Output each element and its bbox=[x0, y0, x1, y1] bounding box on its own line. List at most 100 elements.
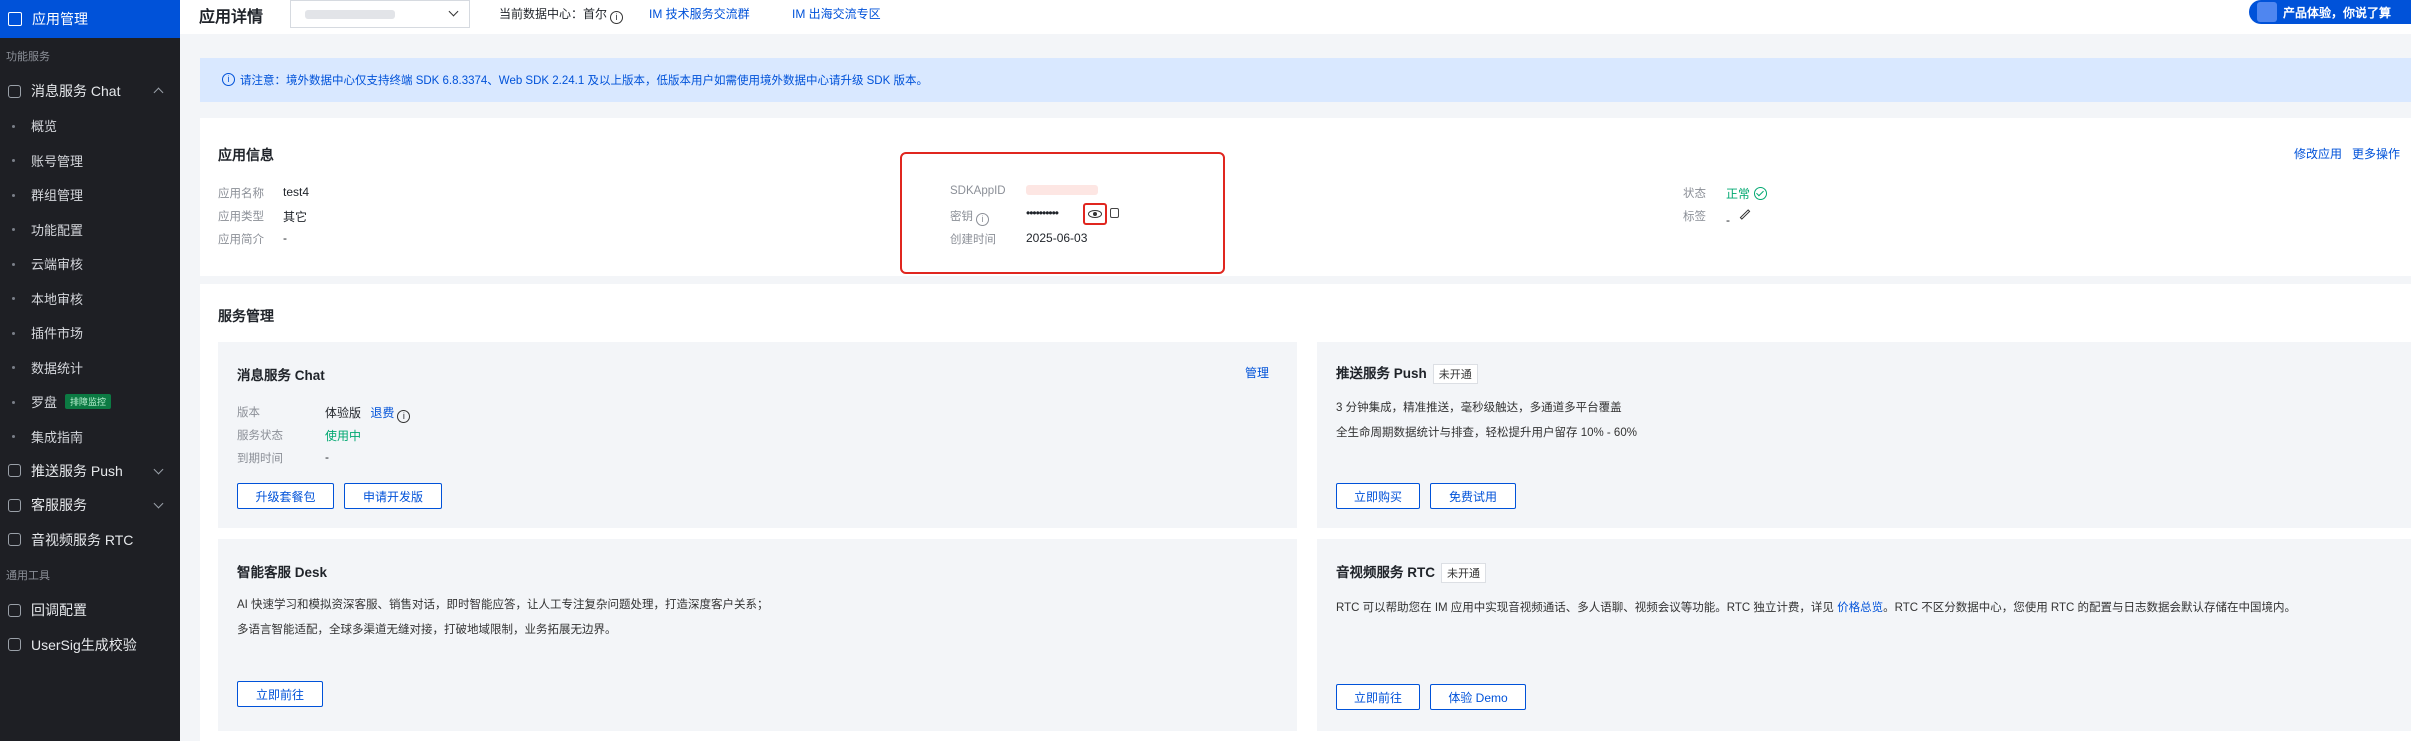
sidebar-item-integration-guide[interactable]: 集成指南 bbox=[0, 419, 180, 454]
headset-icon bbox=[8, 498, 21, 512]
check-circle-icon bbox=[1754, 187, 1768, 200]
app-info-card: 应用信息 修改应用 更多操作 应用名称 test4 应用类型 其它 应用简介 -… bbox=[200, 118, 2411, 276]
chat-expire-value: - bbox=[325, 450, 329, 464]
rtc-desc-b: 。RTC 不区分数据中心，您使用 RTC 的配置与日志数据会默认存储在中国境内。 bbox=[1883, 602, 2297, 614]
price-overview-link[interactable]: 价格总览 bbox=[1837, 602, 1883, 614]
document-icon bbox=[2257, 2, 2277, 22]
sidebar-group-features: 功能服务 bbox=[6, 51, 50, 63]
services-title: 服务管理 bbox=[218, 308, 274, 324]
compass-badge: 排障监控 bbox=[65, 394, 112, 410]
refund-link[interactable]: 退费 bbox=[370, 406, 394, 420]
chevron-down-icon bbox=[153, 464, 164, 474]
app-name-value: test4 bbox=[283, 185, 310, 199]
app-icon bbox=[8, 12, 22, 26]
app-type-value: 其它 bbox=[283, 210, 308, 224]
sidebar-item-chat[interactable]: 消息服务 Chat bbox=[0, 74, 180, 109]
push-panel-title: 推送服务 Push 未开通 bbox=[1336, 362, 1478, 384]
show-secret-button[interactable] bbox=[1083, 203, 1107, 225]
sidebar-item-compass[interactable]: 罗盘 排障监控 bbox=[0, 385, 180, 420]
sidebar-item-app-management[interactable]: 应用管理 bbox=[0, 0, 180, 38]
info-icon[interactable]: i bbox=[397, 410, 411, 423]
video-icon bbox=[8, 533, 21, 547]
sidebar-item-statistics[interactable]: 数据统计 bbox=[0, 350, 180, 385]
push-desc-2: 全生命周期数据统计与排查，轻松提升用户留存 10% - 60% bbox=[1336, 427, 1637, 439]
sidebar-item-label: 应用管理 bbox=[32, 11, 88, 27]
push-title-text: 推送服务 Push bbox=[1336, 366, 1427, 381]
notice-text: 请注意：境外数据中心仅支持终端 SDK 6.8.3374、Web SDK 2.2… bbox=[240, 75, 928, 87]
push-desc-1: 3 分钟集成，精准推送，毫秒级触达，多通道多平台覆盖 bbox=[1336, 402, 1622, 414]
sidebar-item-rtc[interactable]: 音视频服务 RTC bbox=[0, 523, 180, 558]
services-card: 服务管理 消息服务 Chat 管理 版本 体验版 退费 i 服务状态 使用中 到期… bbox=[200, 284, 2411, 741]
tag-value: - bbox=[1726, 213, 1730, 227]
desk-desc-1: AI 快速学习和模拟资深客服、销售对话，即时智能应答，让人工专注复杂问题处理，打… bbox=[237, 599, 769, 611]
rtc-service-panel: 音视频服务 RTC 未开通 RTC 可以帮助您在 IM 应用中实现音视频通话、多人… bbox=[1317, 539, 2411, 731]
sidebar-item-label: 罗盘 bbox=[31, 395, 58, 411]
gear-icon bbox=[8, 603, 21, 617]
sidebar-item-plugin-market[interactable]: 插件市场 bbox=[0, 316, 180, 351]
notice-banner: i 请注意：境外数据中心仅支持终端 SDK 6.8.3374、Web SDK 2… bbox=[200, 58, 2411, 102]
push-icon bbox=[8, 464, 21, 478]
sidebar-item-label: 消息服务 Chat bbox=[31, 83, 121, 100]
sidebar-item-cloud-audit[interactable]: 云端审核 bbox=[0, 247, 180, 282]
chevron-up-icon bbox=[153, 87, 164, 98]
chat-panel-title: 消息服务 Chat bbox=[237, 368, 325, 383]
data-center: 当前数据中心：首尔 i bbox=[499, 5, 624, 24]
sidebar-item-label: 推送服务 Push bbox=[31, 462, 123, 479]
header: 应用详情 当前数据中心：首尔 i IM 技术服务交流群 IM 出海交流专区 产品体… bbox=[180, 0, 2411, 34]
rtc-go-button[interactable]: 立即前往 bbox=[1336, 684, 1420, 710]
sidebar-item-local-audit[interactable]: 本地审核 bbox=[0, 281, 180, 316]
app-intro-value: - bbox=[283, 231, 287, 245]
status-value: 正常 bbox=[1726, 185, 1768, 202]
user-icon bbox=[8, 638, 21, 652]
try-demo-button[interactable]: 体验 Demo bbox=[1430, 684, 1526, 710]
chat-version-label: 版本 bbox=[237, 407, 260, 419]
desk-desc-2: 多语言智能适配，全球多渠道无缝对接，打破地域限制，业务拓展无边界。 bbox=[237, 624, 617, 636]
desk-go-button[interactable]: 立即前往 bbox=[237, 681, 323, 707]
chevron-down-icon bbox=[153, 498, 164, 509]
chat-manage-link[interactable]: 管理 bbox=[1245, 364, 1269, 381]
copy-icon[interactable] bbox=[1110, 208, 1119, 218]
status-badge: 未开通 bbox=[1432, 364, 1478, 384]
chat-state-value: 使用中 bbox=[325, 429, 362, 443]
app-select[interactable] bbox=[290, 0, 470, 28]
sidebar-item-callback[interactable]: 回调配置 bbox=[0, 593, 180, 628]
desk-panel-title: 智能客服 Desk bbox=[237, 565, 328, 580]
app-select-value-masked bbox=[305, 10, 395, 19]
chat-expire-label: 到期时间 bbox=[237, 453, 283, 465]
chat-service-panel: 消息服务 Chat 管理 版本 体验版 退费 i 服务状态 使用中 到期时间 - … bbox=[218, 342, 1297, 528]
info-icon: i bbox=[222, 73, 235, 86]
im-overseas-link[interactable]: IM 出海交流专区 bbox=[792, 5, 881, 22]
data-center-value: 首尔 bbox=[583, 7, 608, 21]
sidebar-item-push[interactable]: 推送服务 Push bbox=[0, 454, 180, 489]
chat-version: 体验版 退费 i bbox=[325, 404, 411, 423]
desk-service-panel: 智能客服 Desk AI 快速学习和模拟资深客服、销售对话，即时智能应答，让人工… bbox=[218, 539, 1297, 731]
upgrade-package-button[interactable]: 升级套餐包 bbox=[237, 483, 334, 509]
sidebar-item-accounts[interactable]: 账号管理 bbox=[0, 143, 180, 178]
app-info-title: 应用信息 bbox=[218, 147, 274, 163]
info-icon[interactable]: i bbox=[610, 11, 624, 24]
sidebar-item-label: UserSig生成校验 bbox=[31, 636, 137, 653]
push-service-panel: 推送服务 Push 未开通 3 分钟集成，精准推送，毫秒级触达，多通道多平台覆盖 … bbox=[1317, 342, 2411, 528]
sidebar-item-overview[interactable]: 概览 bbox=[0, 109, 180, 144]
rtc-desc: RTC 可以帮助您在 IM 应用中实现音视频通话、多人语聊、视频会议等功能。RT… bbox=[1336, 599, 2296, 615]
buy-now-button[interactable]: 立即购买 bbox=[1336, 483, 1420, 509]
sidebar-item-feature-config[interactable]: 功能配置 bbox=[0, 212, 180, 247]
sidebar-item-groups[interactable]: 群组管理 bbox=[0, 178, 180, 213]
sidebar-item-label: 客服服务 bbox=[31, 497, 87, 514]
free-trial-button[interactable]: 免费试用 bbox=[1430, 483, 1516, 509]
chat-icon bbox=[8, 84, 21, 98]
status-label: 状态 bbox=[1683, 188, 1706, 200]
more-actions-link[interactable]: 更多操作 bbox=[2352, 145, 2400, 162]
edit-app-link[interactable]: 修改应用 bbox=[2294, 145, 2342, 162]
sidebar-item-usersig[interactable]: UserSig生成校验 bbox=[0, 628, 180, 663]
feedback-button[interactable]: 产品体验，你说了算 bbox=[2249, 0, 2411, 24]
apply-dev-button[interactable]: 申请开发版 bbox=[344, 483, 442, 509]
app-name-label: 应用名称 bbox=[218, 188, 264, 200]
sidebar-item-desk[interactable]: 客服服务 bbox=[0, 488, 180, 523]
status-text: 正常 bbox=[1726, 187, 1751, 201]
app-type-label: 应用类型 bbox=[218, 211, 264, 223]
im-group-link[interactable]: IM 技术服务交流群 bbox=[649, 5, 750, 22]
app-intro-label: 应用简介 bbox=[218, 234, 264, 246]
rtc-desc-a: RTC 可以帮助您在 IM 应用中实现音视频通话、多人语聊、视频会议等功能。RT… bbox=[1336, 602, 1834, 614]
chat-state-label: 服务状态 bbox=[237, 430, 283, 442]
